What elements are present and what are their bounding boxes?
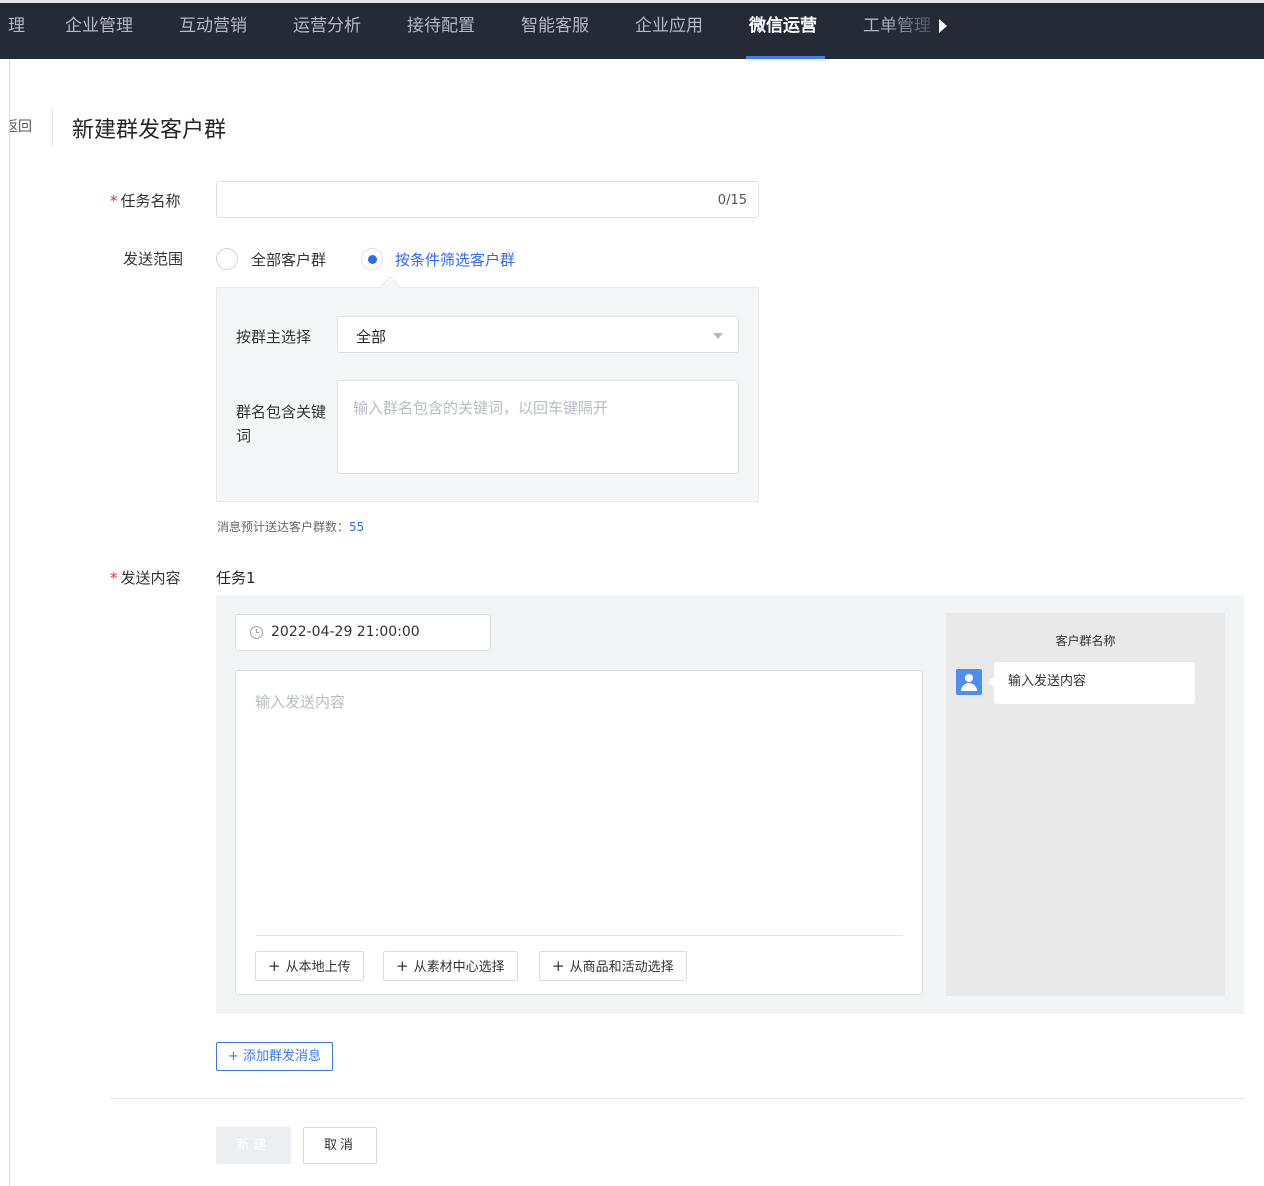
radio-all-groups[interactable] xyxy=(216,248,238,270)
task-name-label: * 任务名称 xyxy=(110,190,181,211)
plus-icon: + xyxy=(552,957,565,975)
upload-local-label: 从本地上传 xyxy=(285,960,351,975)
clock-icon xyxy=(250,626,263,639)
plus-icon: + xyxy=(227,1049,239,1064)
top-nav: 理 企业管理 互动营销 运营分析 接待配置 智能客服 企业应用 微信运营 工单管… xyxy=(0,0,1264,59)
nav-item-reception-config[interactable]: 接待配置 xyxy=(407,3,475,59)
owner-select-value: 全部 xyxy=(356,328,387,346)
send-content-label: * 发送内容 xyxy=(110,567,181,588)
estimate-text: 消息预计送达客户群数：55 xyxy=(217,518,364,535)
radio-all-groups-label[interactable]: 全部客户群 xyxy=(251,249,326,270)
send-scope-label: 发送范围 xyxy=(123,250,184,268)
message-preview: 客户群名称 输入发送内容 xyxy=(946,613,1225,996)
nav-item-partial[interactable]: 理 xyxy=(8,3,25,59)
char-counter: 0/15 xyxy=(717,193,747,208)
estimate-label: 消息预计送达客户群数： xyxy=(217,520,350,534)
add-group-message-label: 添加群发消息 xyxy=(243,1049,322,1064)
plus-icon: + xyxy=(268,957,281,975)
owner-select[interactable]: 全部 xyxy=(337,316,739,353)
required-mark: * xyxy=(110,192,118,210)
keyword-label: 群名包含关键词 xyxy=(236,403,327,445)
datetime-value: 2022-04-29 21:00:00 xyxy=(271,624,420,640)
radio-filter-groups-label[interactable]: 按条件筛选客户群 xyxy=(395,249,515,270)
create-button[interactable]: 新建 xyxy=(216,1127,291,1164)
nav-fade xyxy=(880,3,940,59)
editor-divider xyxy=(256,935,903,936)
cancel-button[interactable]: 取消 xyxy=(303,1127,377,1164)
nav-item-enterprise-apps[interactable]: 企业应用 xyxy=(635,3,703,59)
nav-item-wechat-operation[interactable]: 微信运营 xyxy=(749,3,817,59)
preview-bubble: 输入发送内容 xyxy=(994,662,1195,704)
task-name-label-text: 任务名称 xyxy=(120,192,181,210)
back-link[interactable]: 返回 xyxy=(10,116,32,136)
keyword-placeholder: 输入群名包含的关键词，以回车键隔开 xyxy=(353,399,609,417)
estimate-count: 55 xyxy=(349,520,365,534)
nav-item-interactive-marketing[interactable]: 互动营销 xyxy=(179,3,247,59)
nav-item-smart-service[interactable]: 智能客服 xyxy=(521,3,589,59)
select-product-label: 从商品和活动选择 xyxy=(569,960,674,975)
add-group-message-button[interactable]: + 添加群发消息 xyxy=(216,1042,333,1071)
preview-group-name: 客户群名称 xyxy=(1055,634,1116,648)
content-editor[interactable]: 输入发送内容 + 从本地上传 + 从素材中心选择 + 从商品和活动选择 xyxy=(235,670,923,995)
caret-right-icon[interactable] xyxy=(939,19,947,33)
plus-icon: + xyxy=(396,957,409,975)
nav-active-indicator xyxy=(746,56,825,59)
upload-local-button[interactable]: + 从本地上传 xyxy=(255,951,364,981)
nav-item-operation-analysis[interactable]: 运营分析 xyxy=(293,3,361,59)
page-title: 新建群发客户群 xyxy=(72,118,227,143)
datetime-picker[interactable]: 2022-04-29 21:00:00 xyxy=(235,614,491,651)
radio-filter-groups[interactable] xyxy=(361,248,383,270)
task-name-input[interactable]: 0/15 xyxy=(216,181,759,218)
select-material-label: 从素材中心选择 xyxy=(413,960,505,975)
required-mark: * xyxy=(110,569,118,587)
nav-item-enterprise[interactable]: 企业管理 xyxy=(65,3,133,59)
left-edge-border xyxy=(9,59,10,1186)
content-placeholder: 输入发送内容 xyxy=(255,693,346,711)
task-title: 任务1 xyxy=(216,569,256,587)
keyword-textarea[interactable]: 输入群名包含的关键词，以回车键隔开 xyxy=(337,380,739,474)
owner-select-label: 按群主选择 xyxy=(236,328,312,346)
chevron-down-icon xyxy=(713,333,723,339)
send-content-label-text: 发送内容 xyxy=(120,569,181,587)
select-product-button[interactable]: + 从商品和活动选择 xyxy=(539,951,687,981)
select-material-button[interactable]: + 从素材中心选择 xyxy=(383,951,518,981)
user-icon xyxy=(956,669,982,695)
header-divider xyxy=(52,108,53,146)
footer-divider xyxy=(110,1098,1244,1099)
filter-panel: 按群主选择 全部 群名包含关键词 输入群名包含的关键词，以回车键隔开 xyxy=(216,287,759,502)
